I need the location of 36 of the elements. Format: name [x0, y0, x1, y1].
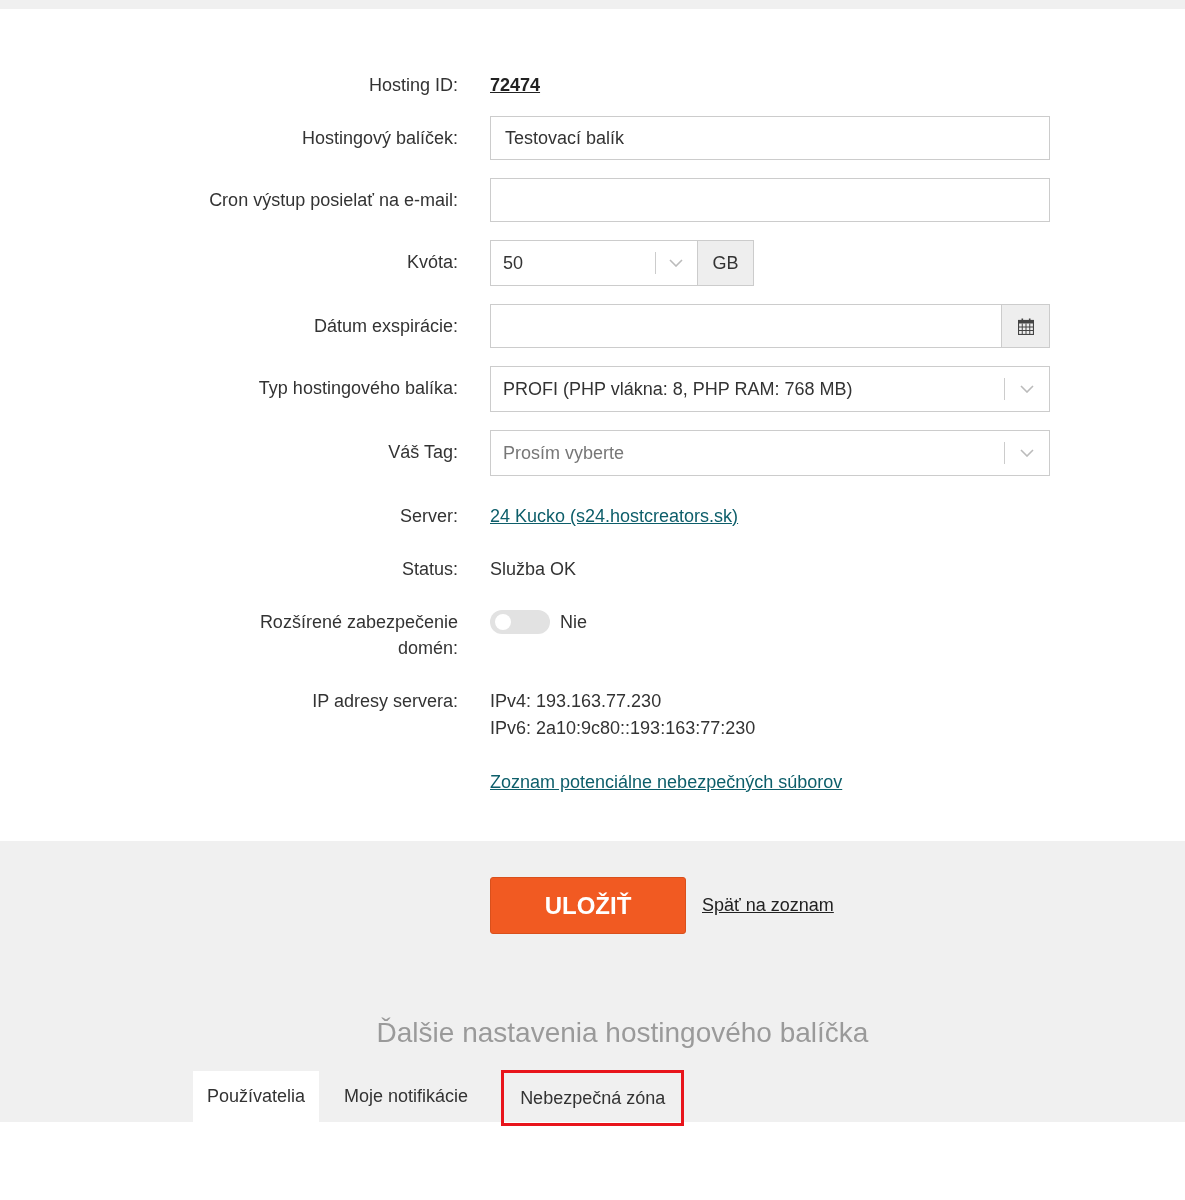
chevron-down-icon: [669, 259, 683, 267]
field-label: Hosting ID:: [368, 74, 458, 97]
section-heading: Ďalšie nastavenia hostingového balíčka: [376, 1016, 869, 1050]
field-label: Hostingový balíček:: [301, 127, 458, 150]
text-input-field[interactable]: Testovací balík: [490, 116, 1050, 160]
back-link[interactable]: Späť na zoznam: [702, 895, 834, 916]
hosting-id-link[interactable]: 72474: [490, 72, 541, 98]
field-label: Status:: [401, 558, 458, 581]
field-label: Kvóta:: [406, 251, 458, 274]
text-input-field[interactable]: [490, 178, 1050, 222]
text-link[interactable]: 24 Kucko (s24.hostcreators.sk): [490, 506, 739, 526]
calendar-button[interactable]: [1002, 304, 1050, 348]
field-label: Dátum exspirácie:: [313, 315, 458, 338]
toggle-switch[interactable]: [490, 610, 550, 634]
tab[interactable]: Používatelia: [193, 1071, 320, 1122]
field-label: Typ hostingového balíka:: [258, 377, 458, 400]
unit-addon: GB: [698, 240, 754, 286]
chevron-down-icon: [1020, 449, 1034, 457]
quota-select[interactable]: 50: [490, 240, 698, 286]
field-label: Server:: [399, 505, 458, 528]
field-label: Cron výstup posielať na e-mail:: [209, 189, 458, 212]
ip-address-text: IPv6: 2a10:9c80::193:163:77:230: [490, 717, 757, 740]
date-input-field[interactable]: [490, 304, 1002, 348]
select-field[interactable]: PROFI (PHP vlákna: 8, PHP RAM: 768 MB): [490, 366, 1050, 412]
status-text: Služba OK: [490, 558, 578, 581]
ip-address-text: IPv4: 193.163.77.230: [490, 690, 663, 713]
field-label: IP adresy servera:: [312, 690, 458, 713]
toggle-state-text: Nie: [560, 611, 587, 633]
calendar-icon: [1017, 317, 1034, 335]
tab[interactable]: Nebezpečná zóna: [501, 1070, 685, 1126]
field-label: Rozšírené zabezpečenie domén:: [258, 611, 458, 660]
text-link[interactable]: Zoznam potenciálne nebezpečných súborov: [490, 772, 843, 792]
field-label: Váš Tag:: [388, 441, 458, 464]
tab[interactable]: Moje notifikácie: [330, 1071, 483, 1122]
chevron-down-icon: [1020, 385, 1034, 393]
select-field[interactable]: Prosím vyberte: [490, 430, 1050, 476]
